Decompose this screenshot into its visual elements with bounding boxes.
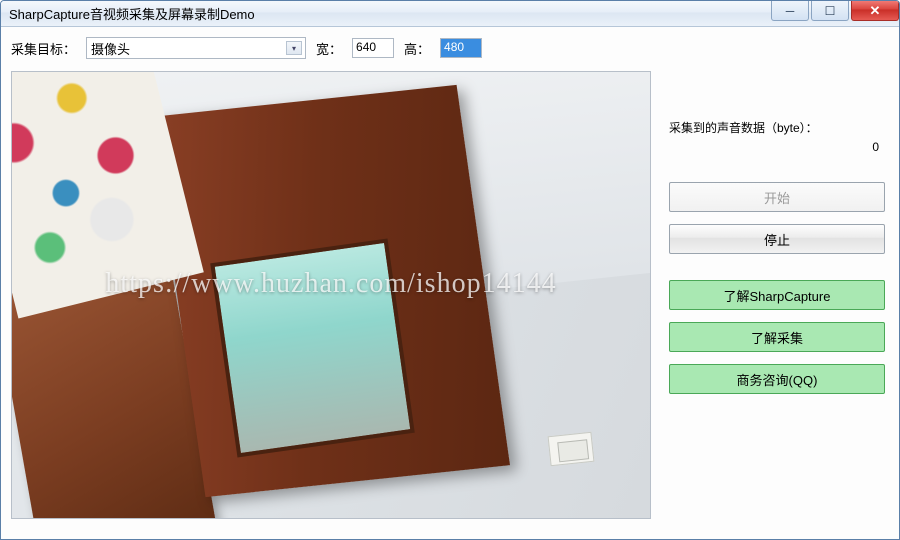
audio-bytes-value: 0 [669,140,885,154]
stop-button[interactable]: 停止 [669,224,885,254]
scene-door-inner [210,239,414,458]
maximize-button[interactable]: ☐ [811,1,849,21]
window-controls: ─ ☐ ✕ [771,1,899,26]
chevron-down-icon: ▾ [286,41,302,55]
side-panel: 采集到的声音数据（byte）： 0 开始 停止 了解SharpCapture 了… [665,71,889,529]
about-capture-button[interactable]: 了解采集 [669,322,885,352]
audio-bytes-label: 采集到的声音数据（byte）： [669,119,885,136]
about-sharpcapture-label: 了解SharpCapture [724,286,831,305]
start-button[interactable]: 开始 [669,182,885,212]
maximize-icon: ☐ [825,4,836,18]
client-area: 采集目标： 摄像头 ▾ 宽： 640 高： 480 [1,27,899,539]
app-window: SharpCapture音视频采集及屏幕录制Demo ─ ☐ ✕ 采集目标： 摄… [0,0,900,540]
close-icon: ✕ [870,3,881,19]
start-button-label: 开始 [764,188,790,207]
contact-button[interactable]: 商务咨询(QQ) [669,364,885,394]
capture-target-value: 摄像头 [91,39,130,58]
height-label: 高： [404,39,430,58]
about-capture-label: 了解采集 [751,328,803,347]
capture-target-combo[interactable]: 摄像头 ▾ [86,37,306,59]
video-preview: https://www.huzhan.com/ishop14144 [11,71,651,519]
height-value: 480 [444,40,464,54]
window-title: SharpCapture音视频采集及屏幕录制Demo [9,4,771,23]
about-sharpcapture-button[interactable]: 了解SharpCapture [669,280,885,310]
minimize-button[interactable]: ─ [771,1,809,21]
spacer [669,266,885,280]
height-input[interactable]: 480 [440,38,482,58]
close-button[interactable]: ✕ [851,1,899,21]
camera-scene [12,72,650,518]
scene-wall-switch [547,432,594,466]
width-input[interactable]: 640 [352,38,394,58]
capture-target-label: 采集目标： [11,39,76,58]
stop-button-label: 停止 [764,230,790,249]
contact-label: 商务咨询(QQ) [737,370,818,389]
width-value: 640 [356,40,376,54]
width-label: 宽： [316,39,342,58]
minimize-icon: ─ [786,4,795,18]
title-bar[interactable]: SharpCapture音视频采集及屏幕录制Demo ─ ☐ ✕ [1,1,899,27]
settings-row: 采集目标： 摄像头 ▾ 宽： 640 高： 480 [11,35,889,61]
main-row: https://www.huzhan.com/ishop14144 采集到的声音… [11,71,889,529]
